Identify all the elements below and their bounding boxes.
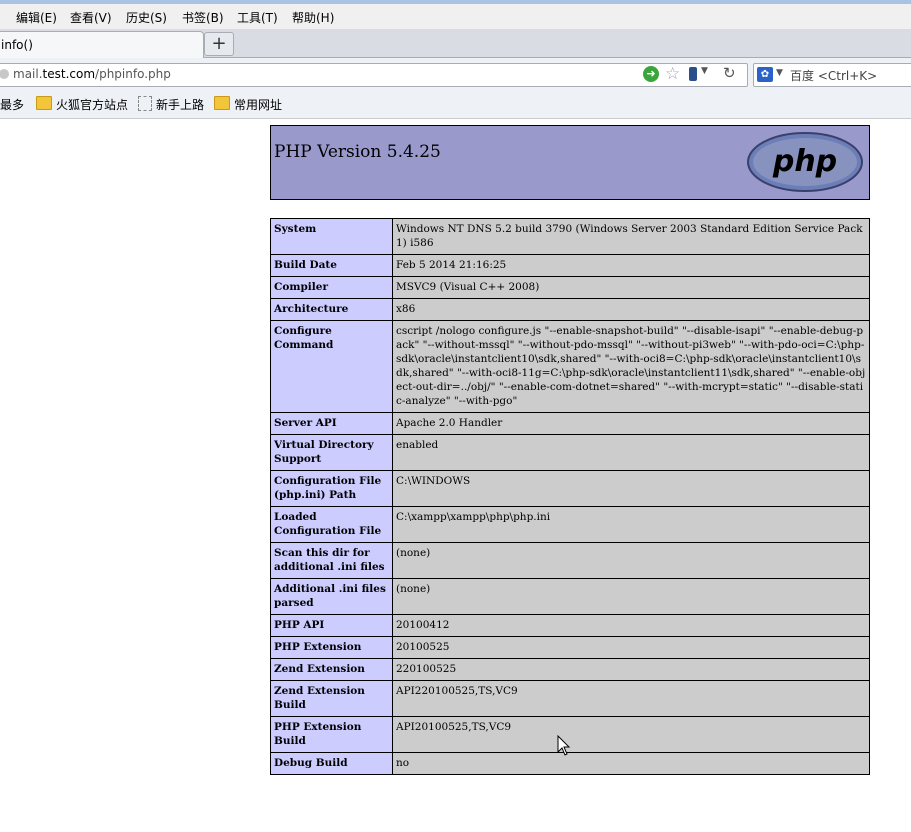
baidu-paw-icon[interactable]: ✿	[757, 67, 773, 82]
url-domain: test.com	[42, 67, 96, 81]
info-row: System Windows NT DNS 5.2 build 3790 (Win…	[270, 218, 870, 255]
tab-phpinfo[interactable]: info()	[0, 31, 204, 58]
info-row: Architecture x86	[270, 298, 870, 321]
php-logo-text: php	[772, 144, 837, 179]
info-value: 20100525	[392, 636, 870, 659]
info-key: System	[270, 218, 393, 255]
info-value: enabled	[392, 434, 870, 471]
info-row: Compiler MSVC9 (Visual C++ 2008)	[270, 276, 870, 299]
info-row: Scan this dir for additional .ini files(…	[270, 542, 870, 579]
chevron-down-icon[interactable]: ▼	[701, 66, 708, 76]
info-row: Configure Command cscript /nologo configu…	[270, 320, 870, 413]
info-row: Additional .ini files parsed (none)	[270, 578, 870, 615]
php-info-table: System Windows NT DNS 5.2 build 3790 (Win…	[270, 218, 870, 775]
info-row: Zend Extension Build API220100525,TS,VC9	[270, 680, 870, 717]
info-value: 220100525	[392, 658, 870, 681]
info-row: Configuration File (php.ini) Path C:\WIND…	[270, 470, 870, 507]
mobile-device-icon[interactable]	[689, 67, 697, 81]
bookmark-firefox-official[interactable]: 火狐官方站点	[56, 96, 128, 113]
tab-bar: info() +	[0, 29, 911, 58]
bookmarks-toolbar: 最多 火狐官方站点 新手上路 常用网址	[0, 90, 911, 119]
navigation-bar: mail.test.com/phpinfo.php ➜ ☆ ▼ ↻ ✿ ▼ 百度…	[0, 58, 911, 90]
bookmark-getting-started[interactable]: 新手上路	[156, 96, 204, 113]
info-row: Zend Extension 220100525	[270, 658, 870, 681]
info-row: PHP Extension 20100525	[270, 636, 870, 659]
info-key: Zend Extension Build	[270, 680, 393, 717]
site-identity-icon[interactable]	[0, 69, 9, 79]
info-key: Configure Command	[270, 320, 393, 413]
info-key: Build Date	[270, 254, 393, 277]
info-value: 20100412	[392, 614, 870, 637]
info-row: Virtual Directory Support enabled	[270, 434, 870, 471]
search-engine-dropdown-icon[interactable]: ▼	[776, 68, 783, 78]
bookmark-common-sites[interactable]: 常用网址	[234, 96, 282, 113]
info-row: Server API Apache 2.0 Handler	[270, 412, 870, 435]
search-placeholder: 百度 <Ctrl+K>	[790, 69, 878, 83]
info-value: C:\xampp\xampp\php\php.ini	[392, 506, 870, 543]
bookmark-most-visited[interactable]: 最多	[0, 96, 24, 113]
info-value: no	[392, 752, 870, 775]
menu-bar: 编辑(E) 查看(V) 历史(S) 书签(B) 工具(T) 帮助(H)	[0, 4, 911, 29]
menu-view[interactable]: 查看(V)	[70, 9, 112, 26]
menu-history[interactable]: 历史(S)	[126, 9, 167, 26]
menu-help[interactable]: 帮助(H)	[292, 9, 334, 26]
info-key: Scan this dir for additional .ini files	[270, 542, 393, 579]
url-text: mail.test.com/phpinfo.php	[13, 67, 171, 81]
info-value: API220100525,TS,VC9	[392, 680, 870, 717]
new-tab-button[interactable]: +	[204, 32, 234, 56]
phpinfo-header: PHP Version 5.4.25 php	[270, 125, 870, 200]
info-key: Additional .ini files parsed	[270, 578, 393, 615]
url-prefix: mail.	[13, 67, 43, 81]
info-key: Compiler	[270, 276, 393, 299]
url-path: /phpinfo.php	[95, 67, 171, 81]
info-key: Zend Extension	[270, 658, 393, 681]
info-key: Server API	[270, 412, 393, 435]
page-icon	[138, 96, 152, 111]
folder-icon	[36, 96, 52, 110]
php-logo[interactable]: php	[747, 132, 863, 192]
info-value: Windows NT DNS 5.2 build 3790 (Windows S…	[392, 218, 870, 255]
info-key: Loaded Configuration File	[270, 506, 393, 543]
menu-bookmarks[interactable]: 书签(B)	[182, 9, 224, 26]
tab-title: info()	[1, 38, 33, 52]
reload-icon[interactable]: ↻	[723, 64, 736, 82]
info-value: API20100525,TS,VC9	[392, 716, 870, 753]
info-value: (none)	[392, 578, 870, 615]
info-value: Feb 5 2014 21:16:25	[392, 254, 870, 277]
info-key: Architecture	[270, 298, 393, 321]
mouse-cursor-icon	[557, 735, 571, 756]
info-value: Apache 2.0 Handler	[392, 412, 870, 435]
folder-icon	[214, 96, 230, 110]
bookmark-star-icon[interactable]: ☆	[665, 64, 680, 84]
info-key: PHP Extension Build	[270, 716, 393, 753]
info-value: MSVC9 (Visual C++ 2008)	[392, 276, 870, 299]
info-key: Configuration File (php.ini) Path	[270, 470, 393, 507]
search-box[interactable]: ✿ ▼ 百度 <Ctrl+K>	[753, 63, 911, 87]
address-bar[interactable]: mail.test.com/phpinfo.php ➜ ☆ ▼ ↻	[0, 63, 748, 87]
info-key: Debug Build	[270, 752, 393, 775]
info-row: Build Date Feb 5 2014 21:16:25	[270, 254, 870, 277]
info-value: cscript /nologo configure.js "--enable-s…	[392, 320, 870, 413]
go-arrow-icon[interactable]: ➜	[643, 66, 659, 82]
info-key: PHP Extension	[270, 636, 393, 659]
info-row: Loaded Configuration File C:\xampp\xampp\…	[270, 506, 870, 543]
info-row: PHP API 20100412	[270, 614, 870, 637]
info-value: (none)	[392, 542, 870, 579]
menu-edit[interactable]: 编辑(E)	[16, 9, 57, 26]
php-version-title: PHP Version 5.4.25	[274, 142, 441, 162]
info-value: C:\WINDOWS	[392, 470, 870, 507]
menu-tools[interactable]: 工具(T)	[237, 9, 278, 26]
info-key: Virtual Directory Support	[270, 434, 393, 471]
page-content: PHP Version 5.4.25 php System Windows NT …	[0, 119, 911, 832]
info-value: x86	[392, 298, 870, 321]
info-key: PHP API	[270, 614, 393, 637]
